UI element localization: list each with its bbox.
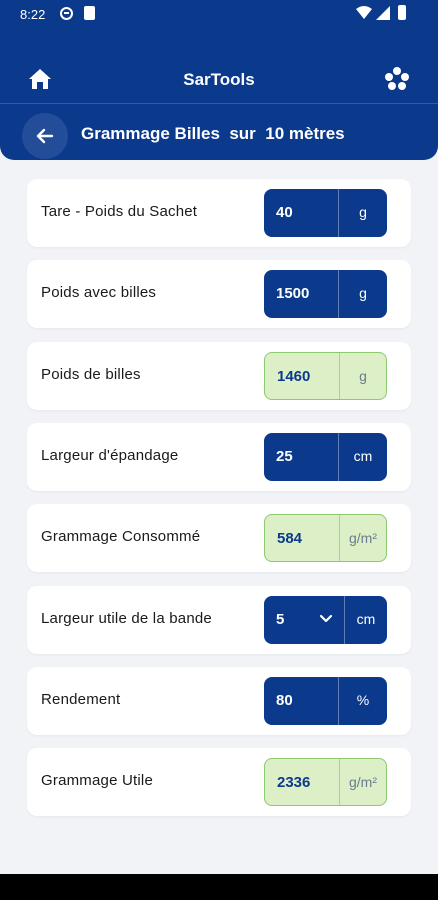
- field-value: 2336: [277, 774, 311, 791]
- arrow-left-icon: [36, 128, 54, 144]
- row-label: Largeur d'épandage: [41, 447, 179, 464]
- status-bar: 8:22: [0, 0, 438, 30]
- field-unit: %: [356, 692, 370, 708]
- app-title: SarTools: [183, 70, 255, 89]
- row-label: Grammage Consommé: [41, 528, 201, 545]
- field-value[interactable]: 5: [276, 611, 284, 628]
- flower-settings-icon[interactable]: [384, 66, 410, 92]
- field-value[interactable]: 25: [276, 448, 293, 465]
- field-unit: g/m²: [349, 530, 377, 546]
- rendement-input[interactable]: 80 %: [264, 677, 387, 725]
- tare-input[interactable]: 40 g: [264, 189, 387, 237]
- row-label: Rendement: [41, 691, 121, 708]
- row-largeur-utile: Largeur utile de la bande 5 cm: [27, 586, 411, 654]
- field-unit: g: [359, 285, 367, 301]
- row-label: Tare - Poids du Sachet: [41, 203, 198, 220]
- row-tare: Tare - Poids du Sachet 40 g: [27, 179, 411, 247]
- row-label: Poids de billes: [41, 366, 141, 383]
- row-poids-avec-billes: Poids avec billes 1500 g: [27, 260, 411, 328]
- field-unit: g: [359, 204, 367, 220]
- app-header: 8:22 SarTools Grammage Billes sur 10 mèt…: [0, 0, 438, 160]
- row-label: Largeur utile de la bande: [41, 610, 212, 627]
- row-rendement: Rendement 80 %: [27, 667, 411, 735]
- poids-de-billes-result: 1460 g: [264, 352, 387, 400]
- header-divider: [0, 103, 438, 104]
- row-label: Poids avec billes: [41, 284, 157, 301]
- chevron-down-icon[interactable]: [319, 614, 333, 624]
- field-unit: cm: [356, 611, 376, 627]
- status-time: 8:22: [20, 7, 46, 22]
- system-nav-bar: [0, 874, 438, 900]
- grammage-consomme-result: 584 g/m²: [264, 514, 387, 562]
- row-poids-de-billes: Poids de billes 1460 g: [27, 342, 411, 410]
- row-grammage-consomme: Grammage Consommé 584 g/m²: [27, 504, 411, 572]
- field-value[interactable]: 40: [276, 204, 293, 221]
- field-unit: cm: [353, 448, 373, 464]
- battery-icon: [398, 5, 406, 20]
- screen-title: Grammage Billes sur 10 mètres: [81, 124, 345, 143]
- field-value: 1460: [277, 368, 311, 385]
- wifi-icon: [356, 6, 372, 19]
- field-value[interactable]: 1500: [276, 285, 309, 302]
- dnd-status-icon: [60, 7, 73, 20]
- field-value: 584: [277, 530, 303, 547]
- row-grammage-utile: Grammage Utile 2336 g/m²: [27, 748, 411, 816]
- grammage-utile-result: 2336 g/m²: [264, 758, 387, 806]
- field-unit: g/m²: [349, 774, 377, 790]
- row-largeur-epandage: Largeur d'épandage 25 cm: [27, 423, 411, 491]
- sim-status-icon: [84, 6, 95, 20]
- largeur-epandage-input[interactable]: 25 cm: [264, 433, 387, 481]
- poids-avec-billes-input[interactable]: 1500 g: [264, 270, 387, 318]
- field-value[interactable]: 80: [276, 692, 293, 709]
- field-unit: g: [359, 368, 367, 384]
- largeur-utile-select[interactable]: 5 cm: [264, 596, 387, 644]
- row-label: Grammage Utile: [41, 772, 153, 789]
- back-button[interactable]: [22, 113, 68, 159]
- signal-icon: [376, 6, 390, 20]
